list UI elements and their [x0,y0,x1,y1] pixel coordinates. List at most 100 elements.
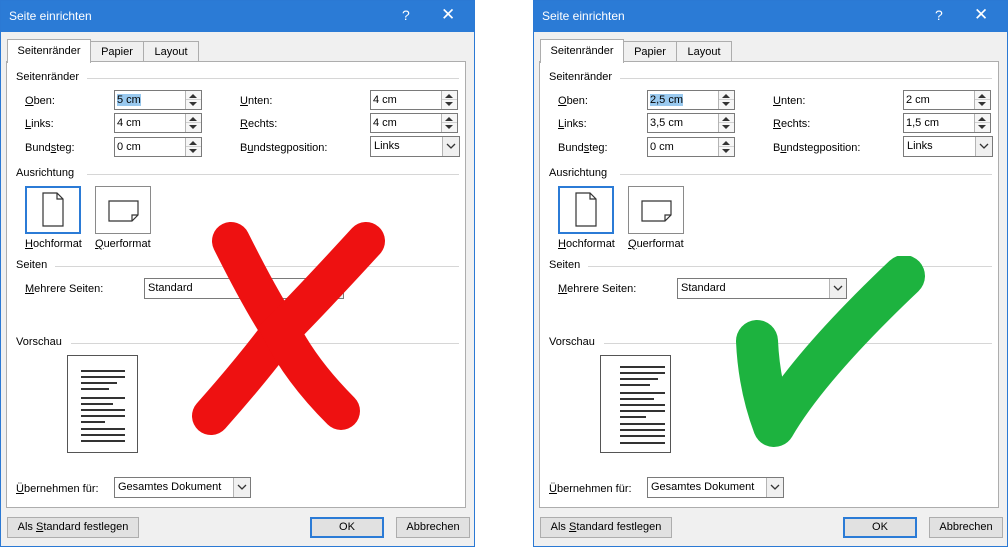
tab-papier[interactable]: Papier [90,41,144,62]
spin-up-icon [189,94,197,98]
spin-up-icon [978,117,986,121]
right-margin-spinner[interactable]: 1,5 cm [903,113,991,133]
portrait-option[interactable] [25,186,81,234]
gutter-position-select[interactable]: Links [903,136,993,157]
tab-layout[interactable]: Layout [143,41,199,62]
portrait-page-icon [575,192,597,227]
section-margins-heading: Seitenränder [549,71,612,83]
apply-to-select[interactable]: Gesamtes Dokument [114,477,251,498]
top-margin-spinner[interactable]: 5 cm [114,90,202,110]
section-preview-heading: Vorschau [16,336,62,348]
spin-up-icon [189,117,197,121]
section-pages-heading: Seiten [16,259,48,271]
right-margin-label: Rechts: [240,118,278,130]
page-setup-dialog-correct: Seite einrichten ? ✕ Seitenränder Papier… [533,0,1008,547]
left-margin-label: Links: [558,118,587,130]
multiple-pages-value: Standard [148,282,193,294]
spin-down-icon [189,125,197,129]
chevron-down-icon[interactable] [442,137,459,156]
section-orientation-heading: Ausrichtung [549,167,608,179]
help-button[interactable]: ? [402,7,410,23]
right-margin-value: 4 cm [373,117,397,129]
landscape-option[interactable] [95,186,151,234]
spin-up-icon [445,117,453,121]
spinner-buttons[interactable] [974,91,990,109]
chevron-down-icon[interactable] [233,478,250,497]
page-setup-dialog-incorrect: Seite einrichten ? ✕ Seitenränder Papier… [0,0,475,547]
landscape-label[interactable]: Querformat [628,238,684,250]
tab-layout[interactable]: Layout [676,41,732,62]
close-button[interactable]: ✕ [974,5,988,25]
spin-up-icon [722,94,730,98]
spin-up-icon [978,94,986,98]
ok-button[interactable]: OK [310,517,384,538]
spinner-buttons[interactable] [974,114,990,132]
chevron-down-icon[interactable] [766,478,783,497]
set-as-default-button[interactable]: Als Standard festlegen [7,517,139,538]
portrait-page-icon [42,192,64,227]
left-margin-label: Links: [25,118,54,130]
left-margin-spinner[interactable]: 4 cm [114,113,202,133]
bottom-margin-label: Unten: [240,95,273,107]
red-x-mark-icon [192,222,385,435]
dialog-title: Seite einrichten [542,9,625,23]
gutter-label: Bundsteg: [558,142,608,154]
chevron-down-icon[interactable] [975,137,992,156]
left-margin-spinner[interactable]: 3,5 cm [647,113,735,133]
spinner-buttons[interactable] [441,91,457,109]
dialog-title: Seite einrichten [9,9,92,23]
top-margin-label: Oben: [25,95,55,107]
close-button[interactable]: ✕ [441,5,455,25]
gutter-spinner[interactable]: 0 cm [114,137,202,157]
bottom-margin-spinner[interactable]: 2 cm [903,90,991,110]
cancel-button[interactable]: Abbrechen [396,517,470,538]
portrait-label[interactable]: Hochformat [558,238,615,250]
section-preview-heading: Vorschau [549,336,595,348]
bottom-margin-label: Unten: [773,95,806,107]
spinner-buttons[interactable] [718,138,734,156]
separator [620,78,992,79]
spinner-buttons[interactable] [185,114,201,132]
right-margin-spinner[interactable]: 4 cm [370,113,458,133]
help-button[interactable]: ? [935,7,943,23]
apply-to-select[interactable]: Gesamtes Dokument [647,477,784,498]
landscape-page-icon [108,200,139,222]
cancel-button[interactable]: Abbrechen [929,517,1003,538]
spinner-buttons[interactable] [185,91,201,109]
landscape-option[interactable] [628,186,684,234]
spin-up-icon [722,117,730,121]
spinner-buttons[interactable] [185,138,201,156]
tab-seitenraender[interactable]: Seitenränder [7,39,91,63]
portrait-label[interactable]: Hochformat [25,238,82,250]
landscape-label[interactable]: Querformat [95,238,151,250]
spin-down-icon [722,102,730,106]
section-margins-heading: Seitenränder [16,71,79,83]
separator [87,174,459,175]
set-as-default-button[interactable]: Als Standard festlegen [540,517,672,538]
spinner-buttons[interactable] [441,114,457,132]
spin-down-icon [978,125,986,129]
spinner-buttons[interactable] [718,91,734,109]
spin-up-icon [722,141,730,145]
spinner-buttons[interactable] [718,114,734,132]
separator [87,78,459,79]
gutter-spinner[interactable]: 0 cm [647,137,735,157]
bottom-margin-value: 2 cm [906,94,930,106]
tab-papier[interactable]: Papier [623,41,677,62]
top-margin-value: 5 cm [117,94,141,106]
portrait-option[interactable] [558,186,614,234]
bottom-margin-spinner[interactable]: 4 cm [370,90,458,110]
spin-down-icon [722,125,730,129]
tab-seitenraender[interactable]: Seitenränder [540,39,624,63]
gutter-value: 0 cm [650,141,674,153]
right-margin-label: Rechts: [773,118,811,130]
top-margin-spinner[interactable]: 2,5 cm [647,90,735,110]
spin-down-icon [445,102,453,106]
ok-button[interactable]: OK [843,517,917,538]
spin-up-icon [189,141,197,145]
gutter-position-select[interactable]: Links [370,136,460,157]
top-margin-label: Oben: [558,95,588,107]
page-preview [67,355,138,453]
apply-to-label: Übernehmen für: [16,483,99,495]
page-preview [600,355,671,453]
